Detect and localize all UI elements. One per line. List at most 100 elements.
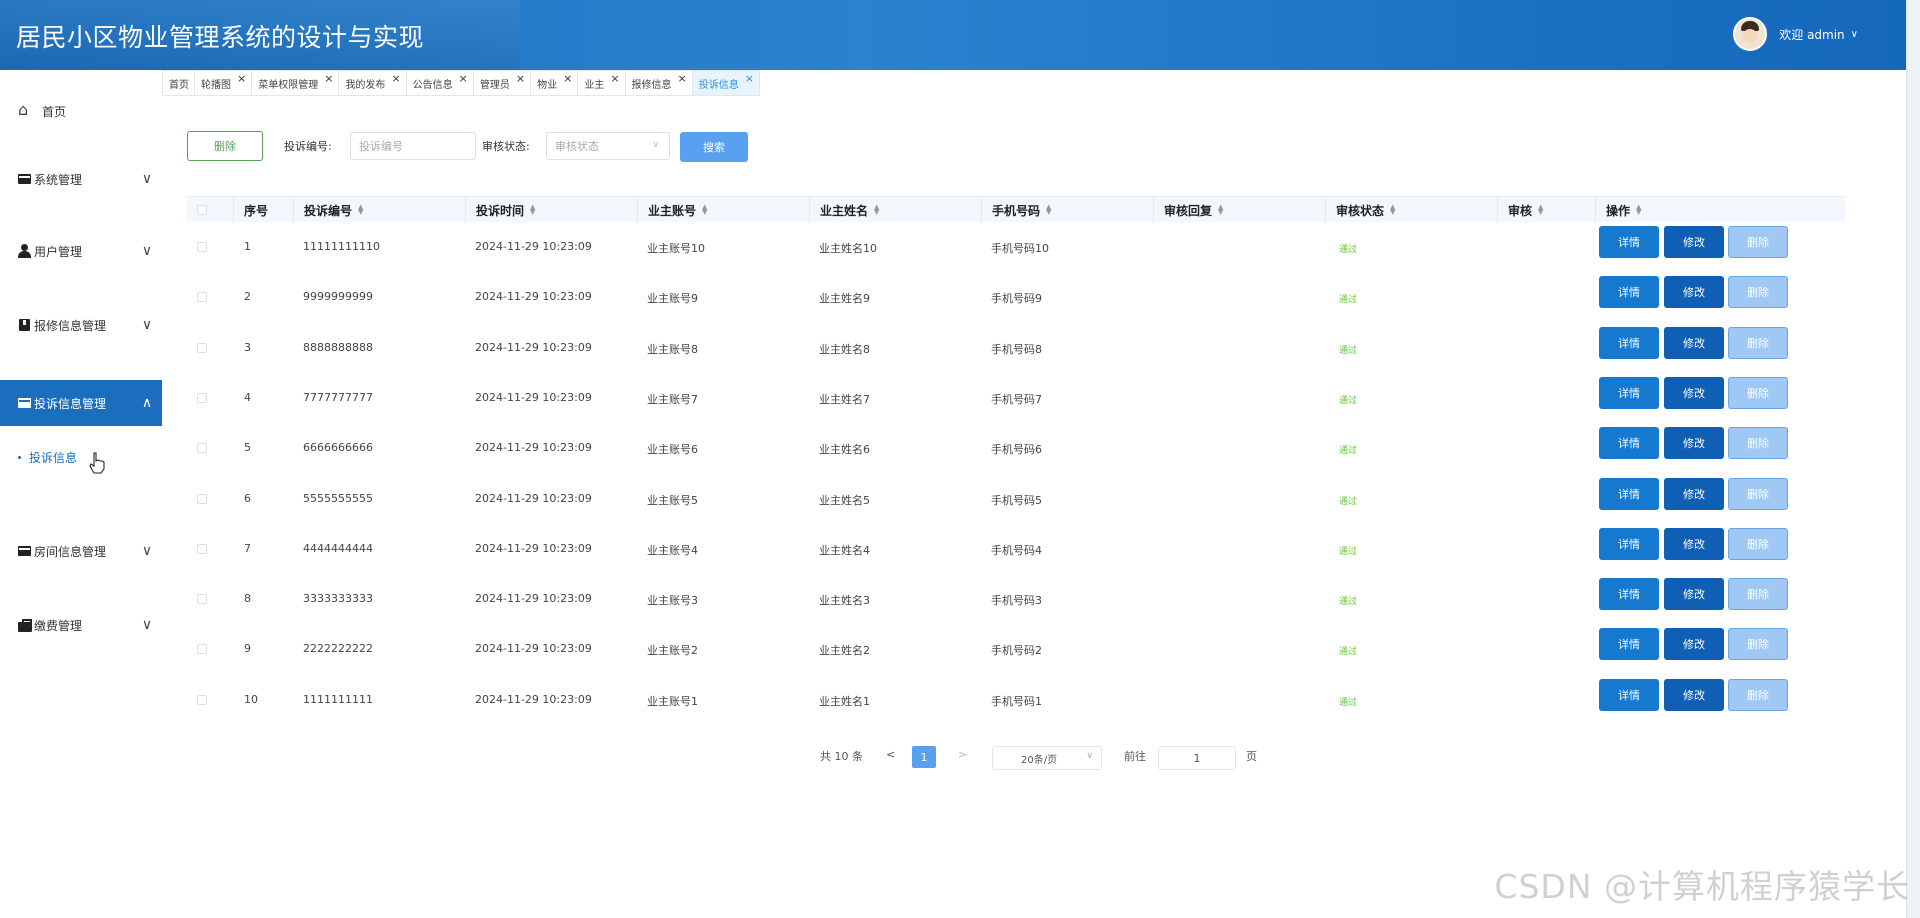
detail-button[interactable]: 详情 [1599,276,1659,309]
sidebar-item-rooms[interactable]: 房间信息管理 ∨ [0,528,162,574]
sidebar-item-payments[interactable]: 缴费管理 ∨ [0,602,162,648]
sidebar-item-users[interactable]: 用户管理 ∨ [0,228,162,274]
column-header[interactable]: 投诉时间 ▲ ▼ [465,197,637,223]
delete-button[interactable]: 删除 [1728,578,1788,611]
avatar[interactable] [1733,17,1768,51]
tab-my-posts[interactable]: 我的发布 × [339,70,407,96]
user-menu[interactable]: 欢迎 admin ∨ [1733,17,1858,51]
close-icon[interactable]: × [516,72,525,85]
row-checkbox[interactable] [197,694,207,705]
sort-icon[interactable]: ▲ ▼ [1046,204,1051,216]
bulk-delete-button[interactable]: 删除 [187,131,263,161]
page-scrollbar[interactable] [1906,0,1920,918]
delete-button[interactable]: 删除 [1728,427,1788,460]
sort-icon[interactable]: ▲ ▼ [1636,204,1641,216]
sidebar-subitem-complaint-info[interactable]: 投诉信息 [0,440,162,474]
sort-icon[interactable]: ▲ ▼ [1538,204,1543,216]
detail-button[interactable]: 详情 [1599,226,1659,258]
close-icon[interactable]: × [745,72,754,85]
row-checkbox[interactable] [197,644,207,655]
edit-button[interactable]: 修改 [1664,276,1724,309]
sidebar-item-complaints[interactable]: 投诉信息管理 ∧ [0,380,162,426]
next-page-button[interactable]: > [958,748,967,761]
chevron-down-icon[interactable]: ∨ [1851,29,1858,40]
delete-button[interactable]: 删除 [1728,276,1788,309]
page-number-current[interactable]: 1 [912,746,936,768]
tab-carousel[interactable]: 轮播图 × [195,70,253,96]
sort-icon[interactable]: ▲ ▼ [530,204,535,216]
edit-button[interactable]: 修改 [1664,477,1724,510]
search-button[interactable]: 搜索 [680,132,748,162]
row-checkbox[interactable] [197,543,207,554]
sort-icon[interactable]: ▲ ▼ [874,204,879,216]
row-checkbox[interactable] [197,342,207,353]
edit-button[interactable]: 修改 [1664,527,1724,560]
sort-icon[interactable]: ▲ ▼ [702,204,707,216]
edit-button[interactable]: 修改 [1664,226,1724,258]
sort-icon[interactable]: ▲ ▼ [1218,204,1223,216]
tab-property[interactable]: 物业 × [531,70,579,96]
column-header[interactable]: 投诉编号 ▲ ▼ [293,197,465,223]
edit-button[interactable]: 修改 [1664,427,1724,460]
edit-button[interactable]: 修改 [1664,578,1724,611]
tab-owners[interactable]: 业主 × [578,70,626,96]
close-icon[interactable]: × [391,72,400,85]
column-header[interactable]: 操作 ▲ ▼ [1595,197,1845,223]
delete-button[interactable]: 删除 [1728,326,1788,359]
detail-button[interactable]: 详情 [1599,678,1659,711]
sidebar-item-system[interactable]: 系统管理 ∨ [0,156,162,202]
select-all-checkbox[interactable] [197,205,207,215]
edit-button[interactable]: 修改 [1664,678,1724,711]
delete-button[interactable]: 删除 [1728,477,1788,510]
tab-complaints[interactable]: 投诉信息 × [692,70,760,96]
detail-button[interactable]: 详情 [1599,578,1659,611]
welcome-text[interactable]: 欢迎 admin [1779,26,1844,43]
detail-button[interactable]: 详情 [1599,527,1659,560]
edit-button[interactable]: 修改 [1664,326,1724,359]
row-checkbox[interactable] [197,392,207,403]
close-icon[interactable]: × [324,72,333,85]
detail-button[interactable]: 详情 [1599,628,1659,661]
close-icon[interactable]: × [610,72,619,85]
prev-page-button[interactable]: < [886,748,895,761]
detail-button[interactable]: 详情 [1599,477,1659,510]
row-checkbox[interactable] [197,493,207,504]
column-header[interactable]: 序号 [233,197,293,223]
column-header[interactable]: 业主账号 ▲ ▼ [637,197,809,223]
column-header[interactable]: 审核 ▲ ▼ [1497,197,1595,223]
column-header[interactable]: 审核状态 ▲ ▼ [1325,197,1497,223]
row-checkbox[interactable] [197,292,207,303]
page-size-select[interactable]: 20条/页 ∨ [992,746,1102,770]
sort-icon[interactable]: ▲ ▼ [358,204,363,216]
complaint-no-input[interactable]: 投诉编号 [350,132,476,160]
tab-home[interactable]: 首页 [162,70,195,96]
sidebar-item-home[interactable]: 首页 [0,88,162,134]
column-header[interactable]: 手机号码 ▲ ▼ [981,197,1153,223]
detail-button[interactable]: 详情 [1599,376,1659,409]
delete-button[interactable]: 删除 [1728,628,1788,661]
tab-announcements[interactable]: 公告信息 × [406,70,474,96]
detail-button[interactable]: 详情 [1599,326,1659,359]
row-checkbox[interactable] [197,443,207,454]
delete-button[interactable]: 删除 [1728,376,1788,409]
close-icon[interactable]: × [237,72,246,85]
close-icon[interactable]: × [459,72,468,85]
column-header[interactable]: 审核回复 ▲ ▼ [1153,197,1325,223]
column-header[interactable]: 业主姓名 ▲ ▼ [809,197,981,223]
close-icon[interactable]: × [563,72,572,85]
sidebar-item-repair[interactable]: 报修信息管理 ∨ [0,302,162,348]
delete-button[interactable]: 删除 [1728,527,1788,560]
delete-button[interactable]: 删除 [1728,678,1788,711]
detail-button[interactable]: 详情 [1599,427,1659,460]
tab-repairs[interactable]: 报修信息 × [625,70,693,96]
delete-button[interactable]: 删除 [1728,226,1788,258]
edit-button[interactable]: 修改 [1664,376,1724,409]
tab-menu-permissions[interactable]: 菜单权限管理 × [252,70,340,96]
goto-page-input[interactable]: 1 [1158,746,1236,770]
close-icon[interactable]: × [678,72,687,85]
sort-icon[interactable]: ▲ ▼ [1390,204,1395,216]
edit-button[interactable]: 修改 [1664,628,1724,661]
status-select[interactable]: 审核状态 ∨ [546,132,670,160]
row-checkbox[interactable] [197,594,207,605]
row-checkbox[interactable] [197,242,207,252]
